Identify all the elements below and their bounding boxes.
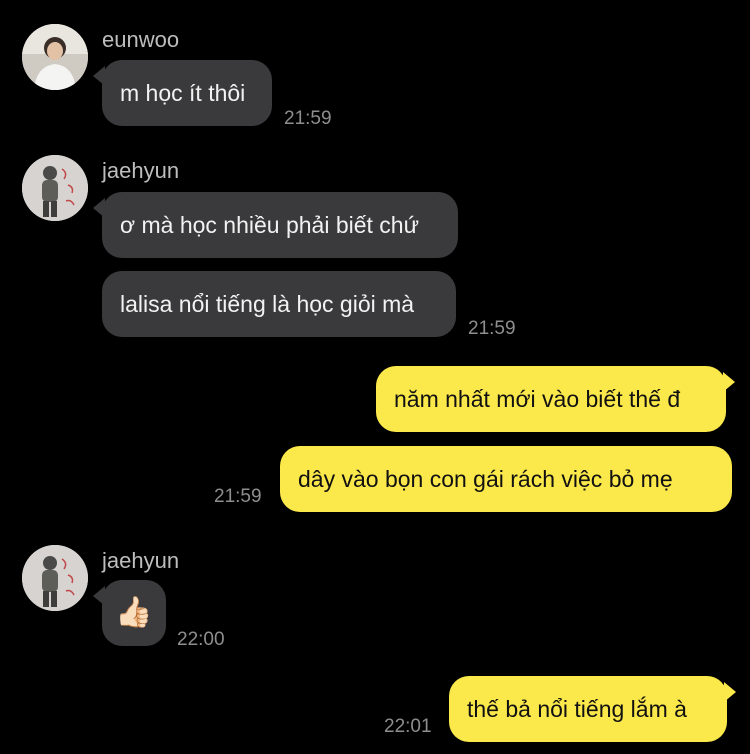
message-bubble[interactable]: 👍🏻 bbox=[93, 580, 166, 646]
message-bubble-outgoing[interactable]: thế bả nổi tiếng lắm à bbox=[449, 676, 736, 742]
profile-photo-icon bbox=[22, 24, 88, 90]
message-time: 22:01 bbox=[384, 716, 432, 737]
profile-photo-icon bbox=[22, 545, 88, 611]
message-bubble[interactable]: m học ít thôi bbox=[93, 60, 272, 126]
avatar-jaehyun[interactable] bbox=[22, 545, 88, 611]
message-text: lalisa nổi tiếng là học giỏi mà bbox=[120, 290, 415, 317]
sender-name: eunwoo bbox=[102, 27, 180, 52]
message-time: 21:59 bbox=[214, 486, 262, 507]
message-bubble-outgoing[interactable]: năm nhất mới vào biết thế đ bbox=[376, 366, 735, 432]
message-time: 21:59 bbox=[284, 108, 332, 129]
message-bubble-outgoing[interactable]: dây vào bọn con gái rách việc bỏ mẹ bbox=[280, 446, 732, 512]
sender-name: jaehyun bbox=[102, 548, 180, 573]
message-text: m học ít thôi bbox=[120, 79, 246, 106]
profile-photo-icon bbox=[22, 155, 88, 221]
message-bubble[interactable]: lalisa nổi tiếng là học giỏi mà bbox=[102, 271, 456, 337]
message-text: ơ mà học nhiều phải biết chứ bbox=[120, 211, 419, 238]
message-text: năm nhất mới vào biết thế đ bbox=[394, 385, 681, 412]
message-time: 22:00 bbox=[177, 629, 225, 650]
message-time: 21:59 bbox=[468, 318, 516, 339]
avatar-eunwoo[interactable] bbox=[22, 24, 88, 90]
message-text: dây vào bọn con gái rách việc bỏ mẹ bbox=[298, 465, 673, 492]
avatar-jaehyun[interactable] bbox=[22, 155, 88, 221]
sender-name: jaehyun bbox=[102, 158, 180, 183]
thumbs-up-icon: 👍🏻 bbox=[115, 596, 153, 629]
message-bubble[interactable]: ơ mà học nhiều phải biết chứ bbox=[93, 192, 458, 258]
message-text: thế bả nổi tiếng lắm à bbox=[467, 695, 687, 722]
